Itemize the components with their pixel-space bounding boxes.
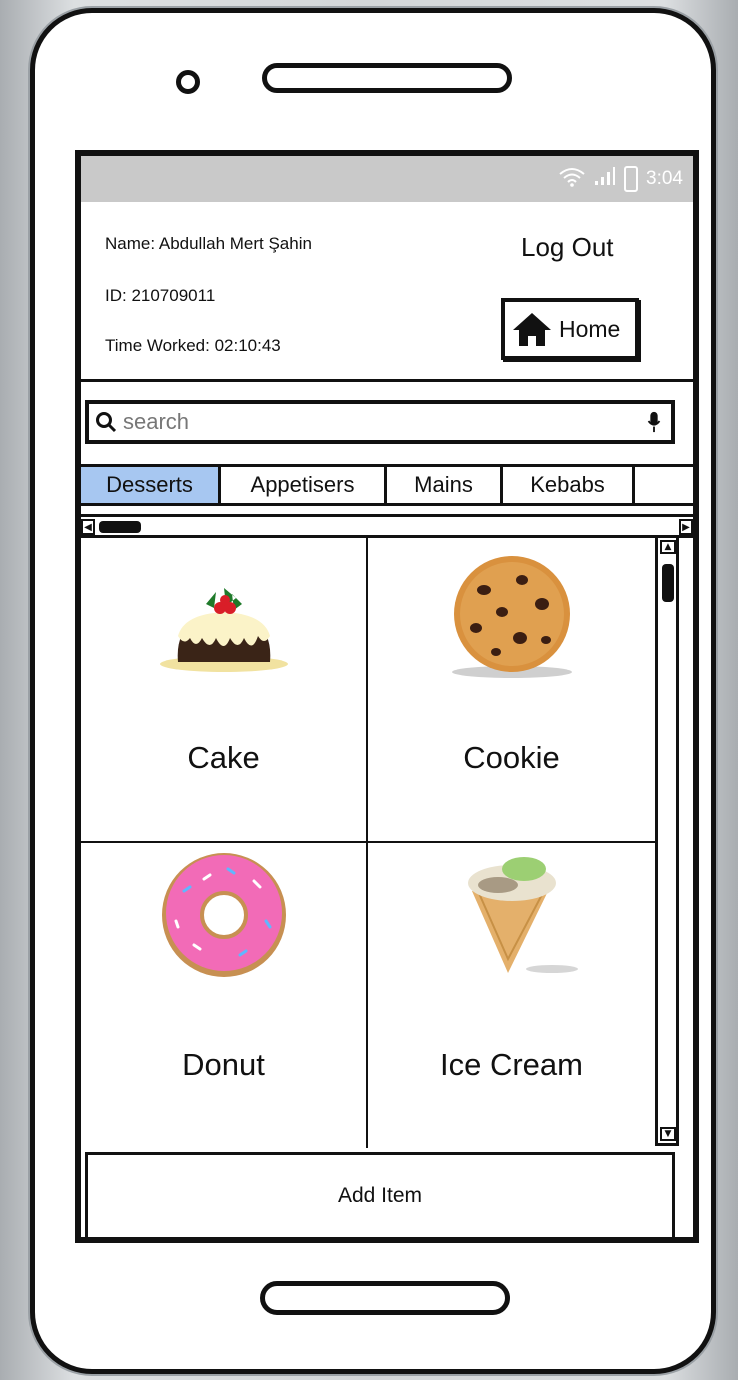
donut-icon <box>161 853 286 977</box>
scroll-right-icon[interactable]: ▶ <box>679 519 693 535</box>
item-card-donut[interactable]: Donut <box>81 843 368 1148</box>
item-card-cake[interactable]: Cake <box>81 538 368 843</box>
employee-header: Name: Abdullah Mert Şahin ID: 210709011 … <box>81 202 693 382</box>
tabs-scroll-thumb[interactable] <box>99 521 141 533</box>
app-screen: 3:04 Name: Abdullah Mert Şahin ID: 21070… <box>75 150 699 1243</box>
employee-id: ID: 210709011 <box>105 286 216 305</box>
time-worked: Time Worked: 02:10:43 <box>105 336 281 355</box>
item-grid: Cake Cookie Donut Ice Cream <box>81 538 655 1148</box>
category-tabs: Desserts Appetisers Mains Kebabs <box>81 464 693 506</box>
speaker-grille <box>262 63 512 93</box>
cake-icon <box>159 588 288 672</box>
logout-link[interactable]: Log Out <box>521 232 614 263</box>
phone-home-button[interactable] <box>260 1281 510 1315</box>
scroll-up-icon[interactable]: ▲ <box>660 540 676 554</box>
tab-desserts[interactable]: Desserts <box>81 467 221 503</box>
battery-icon <box>624 166 639 192</box>
status-time: 3:04 <box>646 168 683 189</box>
item-label-ice-cream: Ice Cream <box>440 1047 583 1082</box>
camera-icon <box>176 70 200 94</box>
search-bar <box>85 400 675 444</box>
tab-appetisers[interactable]: Appetisers <box>221 467 387 503</box>
add-item-button[interactable]: Add Item <box>85 1152 675 1237</box>
home-button-label: Home <box>559 315 621 342</box>
tab-mains[interactable]: Mains <box>387 467 503 503</box>
tab-overflow <box>635 467 681 503</box>
item-label-donut: Donut <box>182 1047 265 1082</box>
cookie-icon <box>451 556 572 678</box>
scroll-left-icon[interactable]: ◀ <box>81 519 95 535</box>
item-card-cookie[interactable]: Cookie <box>368 538 655 843</box>
phone-frame: 3:04 Name: Abdullah Mert Şahin ID: 21070… <box>30 8 716 1374</box>
home-icon <box>513 313 551 346</box>
status-bar: 3:04 <box>81 156 693 202</box>
item-card-ice-cream[interactable]: Ice Cream <box>368 843 655 1148</box>
tabs-scrollbar[interactable]: ◀ ▶ <box>81 514 693 538</box>
search-icon <box>96 412 117 433</box>
search-input[interactable] <box>123 409 643 435</box>
employee-name: Name: Abdullah Mert Şahin <box>105 234 312 253</box>
ice-cream-icon <box>467 857 578 973</box>
item-label-cookie: Cookie <box>463 740 560 775</box>
scroll-down-icon[interactable]: ▼ <box>660 1127 676 1141</box>
grid-scroll-thumb[interactable] <box>662 564 674 602</box>
grid-scrollbar[interactable]: ▲ ▼ <box>655 538 679 1146</box>
tab-kebabs[interactable]: Kebabs <box>503 467 635 503</box>
signal-icon <box>594 166 616 192</box>
home-button[interactable]: Home <box>501 298 639 360</box>
wifi-icon <box>558 167 586 192</box>
microphone-icon[interactable] <box>643 411 665 433</box>
item-label-cake: Cake <box>187 740 260 775</box>
